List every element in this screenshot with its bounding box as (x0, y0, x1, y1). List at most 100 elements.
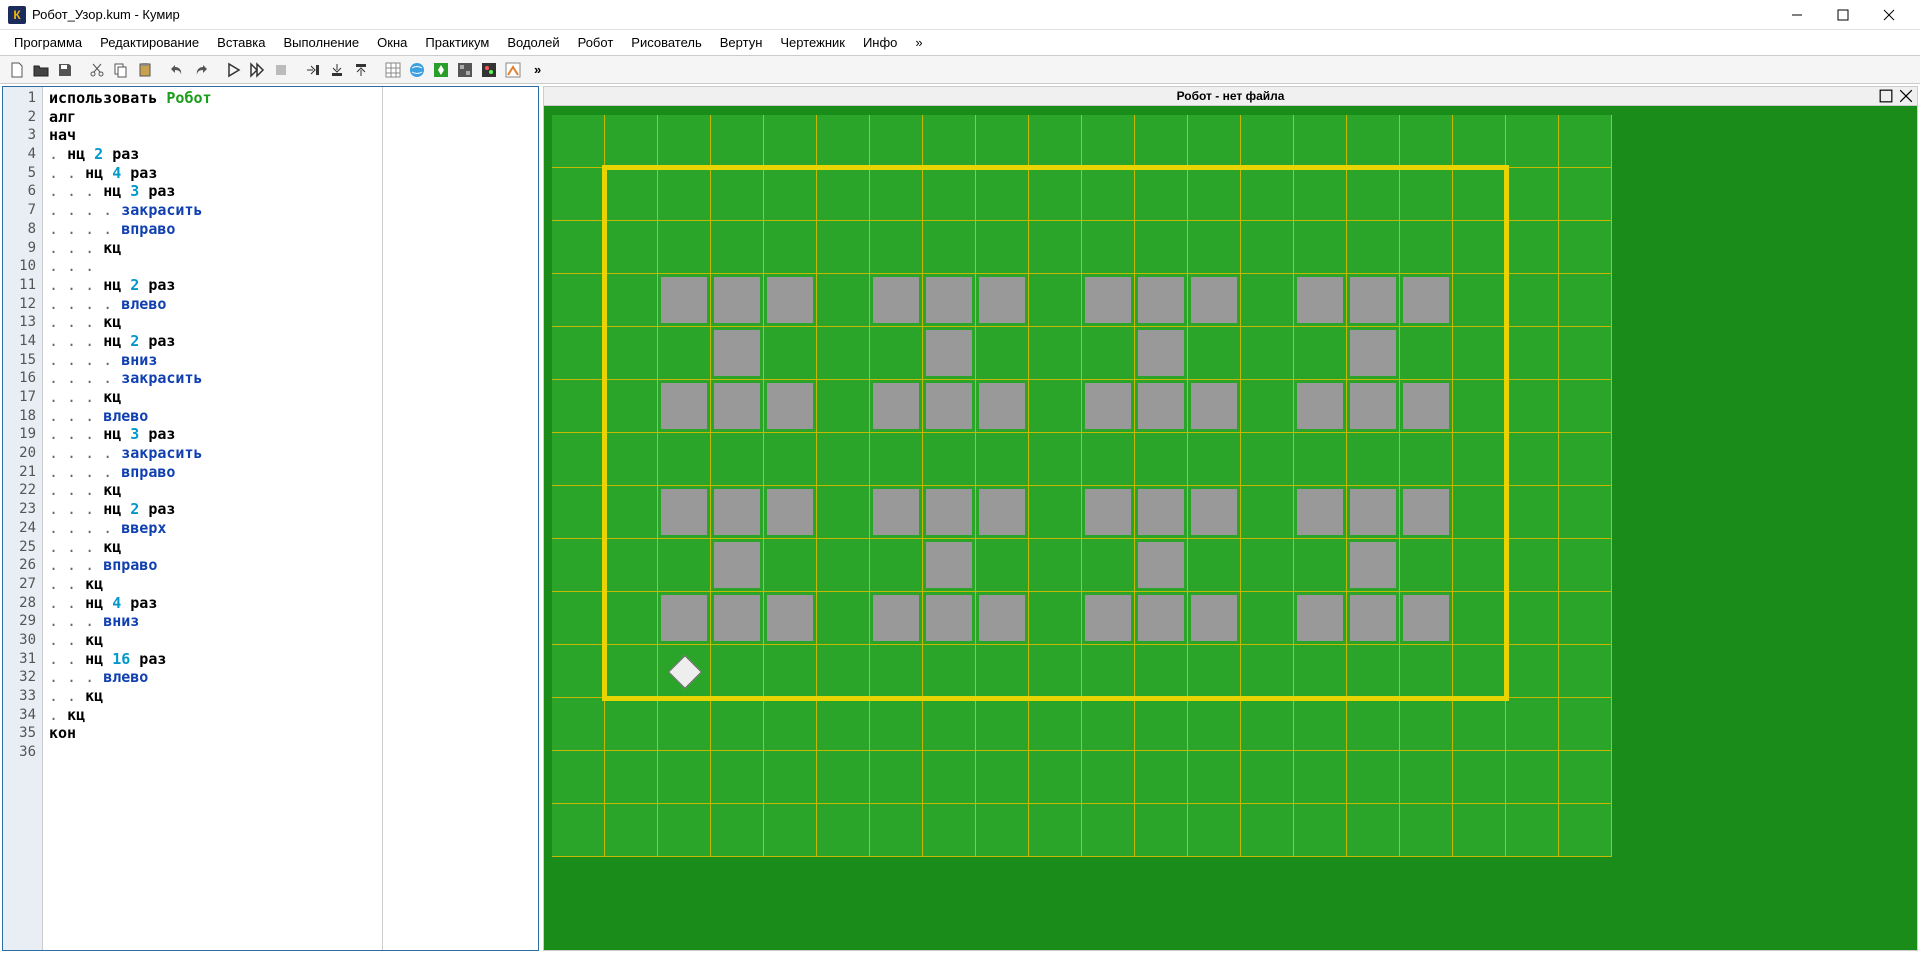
step-into-icon[interactable] (326, 59, 348, 81)
grid-cell (870, 486, 923, 539)
code-line[interactable]: . . . кц (49, 388, 376, 407)
code-line[interactable]: . . . кц (49, 481, 376, 500)
grid-cell (1347, 168, 1400, 221)
code-line[interactable]: . . кц (49, 631, 376, 650)
code-line[interactable]: . . . . закрасить (49, 201, 376, 220)
code-line[interactable]: . . . вниз (49, 612, 376, 631)
run-icon[interactable] (222, 59, 244, 81)
code-line[interactable]: . . . нц 2 раз (49, 332, 376, 351)
code-line[interactable]: . . . нц 3 раз (49, 182, 376, 201)
grid-cell (1453, 486, 1506, 539)
actor-2-icon[interactable] (406, 59, 428, 81)
grid-cell (1135, 221, 1188, 274)
grid-cell (870, 751, 923, 804)
grid-cell (1506, 327, 1559, 380)
grid-cell (976, 592, 1029, 645)
menu-item[interactable]: Редактирование (92, 31, 207, 54)
panel-close-icon[interactable] (1899, 89, 1913, 103)
menu-item[interactable]: Инфо (855, 31, 905, 54)
code-line[interactable]: . нц 2 раз (49, 145, 376, 164)
menu-item[interactable]: Выполнение (275, 31, 367, 54)
menu-item[interactable]: Чертежник (772, 31, 853, 54)
code-line[interactable]: . кц (49, 706, 376, 725)
code-line[interactable]: алг (49, 108, 376, 127)
code-line[interactable]: . . . . закрасить (49, 369, 376, 388)
code-editor[interactable]: использовать Роботалгнач. нц 2 раз. . нц… (43, 87, 383, 950)
toolbar-overflow[interactable]: » (530, 62, 545, 77)
grid-cell (923, 115, 976, 168)
actor-6-icon[interactable] (502, 59, 524, 81)
robot-panel-header: Робот - нет файла (543, 86, 1918, 106)
code-line[interactable]: . . . нц 2 раз (49, 500, 376, 519)
code-line[interactable]: использовать Робот (49, 89, 376, 108)
code-line[interactable]: . . кц (49, 575, 376, 594)
code-line[interactable]: . . . . вправо (49, 220, 376, 239)
open-file-icon[interactable] (30, 59, 52, 81)
menu-item[interactable]: Окна (369, 31, 415, 54)
save-file-icon[interactable] (54, 59, 76, 81)
menu-item[interactable]: Вставка (209, 31, 273, 54)
code-line[interactable]: . . . кц (49, 239, 376, 258)
menu-overflow[interactable]: » (907, 31, 930, 54)
grid-cell (764, 592, 817, 645)
code-line[interactable]: . . . влево (49, 668, 376, 687)
redo-icon[interactable] (190, 59, 212, 81)
grid-cell (1400, 804, 1453, 857)
code-line[interactable]: . . . нц 3 раз (49, 425, 376, 444)
step-icon[interactable] (302, 59, 324, 81)
code-line[interactable]: . . . . влево (49, 295, 376, 314)
code-line[interactable]: . . нц 16 раз (49, 650, 376, 669)
menu-item[interactable]: Практикум (417, 31, 497, 54)
code-line[interactable]: . . нц 4 раз (49, 594, 376, 613)
code-line[interactable]: кон (49, 724, 376, 743)
code-line[interactable]: . . . . закрасить (49, 444, 376, 463)
menu-item[interactable]: Вертун (712, 31, 771, 54)
grid-cell (1241, 380, 1294, 433)
code-line[interactable]: . . . (49, 257, 376, 276)
copy-icon[interactable] (110, 59, 132, 81)
grid-cell (976, 645, 1029, 698)
menu-item[interactable]: Робот (570, 31, 622, 54)
code-line[interactable] (49, 743, 376, 762)
grid-cell (711, 486, 764, 539)
grid-cell (870, 168, 923, 221)
maximize-button[interactable] (1820, 0, 1866, 30)
stop-icon[interactable] (270, 59, 292, 81)
code-line[interactable]: . . . кц (49, 313, 376, 332)
grid-cell (976, 380, 1029, 433)
undo-icon[interactable] (166, 59, 188, 81)
code-line[interactable]: . . . . вправо (49, 463, 376, 482)
grid-cell (764, 380, 817, 433)
paste-icon[interactable] (134, 59, 156, 81)
minimize-button[interactable] (1774, 0, 1820, 30)
actor-4-icon[interactable] (454, 59, 476, 81)
code-line[interactable]: . . кц (49, 687, 376, 706)
code-line[interactable]: нач (49, 126, 376, 145)
actor-1-icon[interactable] (382, 59, 404, 81)
code-line[interactable]: . . . влево (49, 407, 376, 426)
grid-cell (1135, 168, 1188, 221)
cut-icon[interactable] (86, 59, 108, 81)
menu-item[interactable]: Рисователь (623, 31, 709, 54)
robot-canvas[interactable] (543, 106, 1918, 951)
code-line[interactable]: . . нц 4 раз (49, 164, 376, 183)
new-file-icon[interactable] (6, 59, 28, 81)
menu-item[interactable]: Программа (6, 31, 90, 54)
code-line[interactable]: . . . кц (49, 538, 376, 557)
code-line[interactable]: . . . . вниз (49, 351, 376, 370)
grid-cell (1347, 804, 1400, 857)
code-line[interactable]: . . . нц 2 раз (49, 276, 376, 295)
panel-maximize-icon[interactable] (1879, 89, 1893, 103)
close-button[interactable] (1866, 0, 1912, 30)
run-fast-icon[interactable] (246, 59, 268, 81)
code-line[interactable]: . . . вправо (49, 556, 376, 575)
actor-5-icon[interactable] (478, 59, 500, 81)
code-line[interactable]: . . . . вверх (49, 519, 376, 538)
menu-item[interactable]: Водолей (499, 31, 567, 54)
grid-cell (1135, 433, 1188, 486)
grid-cell (1347, 221, 1400, 274)
actor-3-icon[interactable] (430, 59, 452, 81)
grid-cell (1029, 274, 1082, 327)
step-out-icon[interactable] (350, 59, 372, 81)
grid-cell (764, 645, 817, 698)
